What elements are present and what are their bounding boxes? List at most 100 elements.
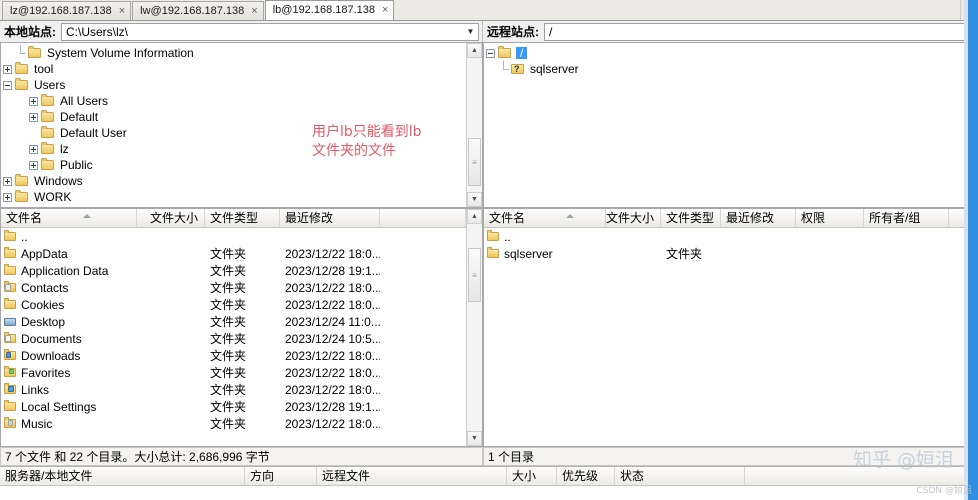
folder-desktop-icon — [3, 315, 18, 328]
table-row[interactable]: Documents 文件夹 2023/12/24 10:5... — [1, 330, 466, 347]
column-header-permissions[interactable]: 权限 — [796, 209, 864, 227]
cell-permissions — [796, 245, 864, 262]
remote-tree[interactable]: / ? sqlserver — [484, 43, 977, 207]
tree-item-users[interactable]: Users — [1, 77, 466, 93]
cell-modified — [280, 228, 380, 245]
remote-file-rows[interactable]: .. sqlserver 文件夹 — [484, 228, 977, 446]
tree-item[interactable]: tool — [1, 61, 466, 77]
local-tree-pane[interactable]: System Volume Information tool Users All… — [0, 42, 483, 208]
column-header-status[interactable]: 状态 — [615, 467, 745, 485]
expand-icon[interactable] — [1, 189, 14, 205]
local-list-header: 文件名 文件大小 文件类型 最近修改 — [1, 209, 466, 228]
table-row[interactable]: .. — [484, 228, 977, 245]
table-row[interactable]: Downloads 文件夹 2023/12/22 18:0... — [1, 347, 466, 364]
cell-filetype: 文件夹 — [666, 246, 703, 261]
expand-icon[interactable] — [1, 61, 14, 77]
scroll-down-icon[interactable]: ▼ — [467, 431, 482, 446]
column-header-filetype[interactable]: 文件类型 — [661, 209, 721, 227]
column-header-filesize[interactable]: 文件大小 — [606, 209, 661, 227]
table-row[interactable]: .. — [1, 228, 466, 245]
folder-icon — [486, 247, 501, 260]
cell-filename: Downloads — [21, 348, 81, 363]
local-list-scrollbar[interactable]: ▲ ≡ ▼ — [466, 209, 482, 446]
column-header-remote-file[interactable]: 远程文件 — [317, 467, 507, 485]
column-header-server-local-file[interactable]: 服务器/本地文件 — [0, 467, 245, 485]
cell-filesize — [606, 228, 661, 245]
expand-icon[interactable] — [1, 173, 14, 189]
cell-filetype: 文件夹 — [210, 348, 247, 363]
cell-filename: Contacts — [21, 280, 69, 295]
cell-filesize — [137, 415, 205, 432]
folder-favorites-icon — [3, 366, 18, 379]
table-row[interactable]: Links 文件夹 2023/12/22 18:0... — [1, 381, 466, 398]
column-header-filename[interactable]: 文件名 — [484, 209, 606, 227]
column-header-filesize[interactable]: 文件大小 — [137, 209, 205, 227]
cell-filesize — [137, 347, 205, 364]
tab-lw[interactable]: lw@192.168.187.138 × — [132, 1, 264, 20]
queue-body[interactable] — [0, 486, 978, 500]
tree-item[interactable]: All Users — [1, 93, 466, 109]
tree-item-sqlserver[interactable]: ? sqlserver — [484, 61, 977, 77]
tree-item[interactable]: Windows — [1, 173, 466, 189]
tree-item-root[interactable]: / — [484, 45, 977, 61]
scroll-track[interactable]: ≡ — [467, 58, 482, 192]
folder-icon — [14, 78, 30, 92]
collapse-icon[interactable] — [484, 45, 497, 61]
expand-icon[interactable] — [27, 141, 40, 157]
local-site-label: 本地站点: — [4, 24, 56, 39]
annotation-text: 用户lb只能看到lb 文件夹的文件 — [312, 124, 422, 159]
table-row[interactable]: Contacts 文件夹 2023/12/22 18:0... — [1, 279, 466, 296]
remote-file-list-pane[interactable]: 文件名 文件大小 文件类型 最近修改 权限 所有者/组 .. sqlserver… — [483, 208, 978, 447]
folder-icon — [40, 110, 56, 124]
column-header-filetype[interactable]: 文件类型 — [205, 209, 280, 227]
scroll-track[interactable]: ≡ — [467, 224, 482, 431]
table-row[interactable]: Application Data 文件夹 2023/12/28 19:1... — [1, 262, 466, 279]
scroll-thumb[interactable]: ≡ — [468, 138, 481, 186]
collapse-icon[interactable] — [1, 77, 14, 93]
tab-lb[interactable]: lb@192.168.187.138 × — [264, 0, 395, 20]
column-header-priority[interactable]: 优先级 — [557, 467, 615, 485]
tab-lz[interactable]: lz@192.168.187.138 × — [2, 1, 132, 20]
table-row[interactable]: Music 文件夹 2023/12/22 18:0... — [1, 415, 466, 432]
local-site-input[interactable]: C:\Users\lz\ ▼ — [61, 22, 479, 41]
remote-tree-pane[interactable]: / ? sqlserver — [483, 42, 978, 208]
chevron-down-icon[interactable]: ▼ — [463, 24, 478, 40]
local-file-list-pane[interactable]: 文件名 文件大小 文件类型 最近修改 .. AppData 文件夹 2023/1… — [0, 208, 483, 447]
local-tree[interactable]: System Volume Information tool Users All… — [1, 43, 466, 207]
scroll-down-icon[interactable]: ▼ — [467, 192, 482, 207]
expand-icon[interactable] — [27, 93, 40, 109]
local-file-rows[interactable]: .. AppData 文件夹 2023/12/22 18:0... Applic… — [1, 228, 466, 446]
tree-item[interactable]: System Volume Information — [1, 45, 466, 61]
close-icon[interactable]: × — [119, 5, 125, 17]
local-tree-scrollbar[interactable]: ▲ ≡ ▼ — [466, 43, 482, 207]
table-row[interactable]: Local Settings 文件夹 2023/12/28 19:1... — [1, 398, 466, 415]
scroll-thumb[interactable]: ≡ — [468, 248, 481, 302]
cell-filetype: 文件夹 — [210, 314, 247, 329]
column-header-owner-group[interactable]: 所有者/组 — [864, 209, 949, 227]
table-row[interactable]: sqlserver 文件夹 — [484, 245, 977, 262]
scroll-up-icon[interactable]: ▲ — [467, 43, 482, 58]
table-row[interactable]: Favorites 文件夹 2023/12/22 18:0... — [1, 364, 466, 381]
column-header-modified[interactable]: 最近修改 — [280, 209, 380, 227]
expand-icon[interactable] — [27, 109, 40, 125]
tree-item-label: / — [516, 47, 528, 59]
folder-icon — [3, 264, 18, 277]
column-header-modified[interactable]: 最近修改 — [721, 209, 796, 227]
table-row[interactable]: Desktop 文件夹 2023/12/24 11:0... — [1, 313, 466, 330]
tree-item[interactable]: WORK — [1, 189, 466, 205]
column-header-filename[interactable]: 文件名 — [1, 209, 137, 227]
table-row[interactable]: Cookies 文件夹 2023/12/22 18:0... — [1, 296, 466, 313]
close-icon[interactable]: × — [382, 5, 388, 16]
tree-item-label: Windows — [34, 174, 83, 188]
expand-icon[interactable] — [27, 157, 40, 173]
scroll-up-icon[interactable]: ▲ — [467, 209, 482, 224]
cell-modified: 2023/12/22 18:0... — [285, 297, 380, 312]
cell-filename: sqlserver — [504, 246, 553, 261]
cell-filetype — [661, 228, 721, 245]
cell-filesize — [137, 381, 205, 398]
remote-site-input[interactable]: / ▼ — [544, 22, 975, 41]
table-row[interactable]: AppData 文件夹 2023/12/22 18:0... — [1, 245, 466, 262]
close-icon[interactable]: × — [251, 5, 257, 17]
column-header-size[interactable]: 大小 — [507, 467, 557, 485]
column-header-direction[interactable]: 方向 — [245, 467, 317, 485]
